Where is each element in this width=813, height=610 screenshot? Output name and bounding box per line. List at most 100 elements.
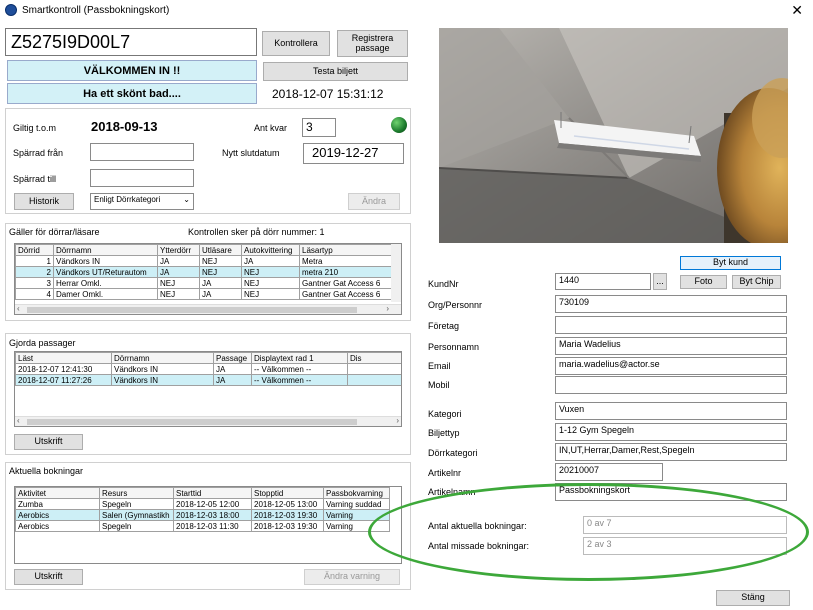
- table-cell: metra 210: [299, 266, 393, 278]
- kundnr-lookup-button[interactable]: ...: [653, 273, 667, 290]
- table-row[interactable]: 1 Vändkors IN JA NEJ JA Metra: [15, 255, 393, 267]
- stang-button[interactable]: Stäng: [716, 590, 790, 606]
- sparrad-fran-field[interactable]: [90, 143, 194, 161]
- scroll-left-icon[interactable]: ‹: [17, 416, 20, 425]
- title-bar: Smartkontroll (Passbokningskort) ✕: [0, 0, 813, 22]
- office-ceiling-photo: [439, 28, 788, 243]
- utskrift-passages-button[interactable]: Utskrift: [14, 434, 83, 450]
- historik-button[interactable]: Historik: [14, 193, 74, 210]
- personnamn-field[interactable]: Maria Wadelius: [555, 337, 787, 355]
- bookings-table: Aktivitet Resurs Starttid Stopptid Passbokva…: [15, 487, 390, 532]
- column-header[interactable]: Ytterdörr: [157, 244, 200, 256]
- passages-hscroll[interactable]: ‹ ›: [15, 416, 401, 426]
- table-cell: JA: [199, 277, 242, 289]
- table-row[interactable]: Aerobics Spegeln 2018-12-03 11:30 2018-12-0…: [15, 520, 390, 532]
- column-header[interactable]: Autokvittering: [241, 244, 300, 256]
- doors-table-box: Dörrid Dörrnamn Ytterdörr Utläsare Autokvitt…: [14, 243, 402, 315]
- card-number-field[interactable]: Z5275I9D00L7: [5, 28, 257, 56]
- andra-varning-button[interactable]: Ändra varning: [304, 569, 400, 585]
- table-cell: JA: [199, 288, 242, 300]
- column-header[interactable]: Stopptid: [251, 487, 324, 499]
- foto-button[interactable]: Foto: [680, 275, 727, 289]
- table-row[interactable]: Zumba Spegeln 2018-12-05 12:00 2018-12-05 1…: [15, 498, 390, 510]
- status-led-icon: [391, 117, 407, 133]
- column-header[interactable]: Dörrnamn: [53, 244, 158, 256]
- column-header[interactable]: Läsartyp: [299, 244, 393, 256]
- table-row[interactable]: 2 Vändkors UT/Returautom JA NEJ NEJ metra 210: [15, 266, 393, 278]
- kontrollera-button[interactable]: Kontrollera: [262, 31, 330, 56]
- app-icon: [5, 4, 17, 16]
- org-field[interactable]: 730109: [555, 295, 787, 313]
- column-header[interactable]: Passbokvarning: [323, 487, 390, 499]
- table-cell: Damer Omkl.: [53, 288, 158, 300]
- artikelnr-label: Artikelnr: [428, 468, 462, 478]
- dorrkategori-field[interactable]: IN,UT,Herrar,Damer,Rest,Spegeln: [555, 443, 787, 461]
- kategori-label: Kategori: [428, 409, 462, 419]
- doors-hscroll-thumb[interactable]: [27, 307, 357, 313]
- kundnr-field[interactable]: 1440: [555, 273, 651, 290]
- table-cell: Herrar Omkl.: [53, 277, 158, 289]
- doors-control-note: Kontrollen sker på dörr nummer: 1: [188, 227, 325, 237]
- table-cell: Varning suddad: [323, 498, 390, 510]
- byt-chip-button[interactable]: Byt Chip: [732, 275, 781, 289]
- ant-kvar-field[interactable]: 3: [302, 118, 336, 137]
- column-header[interactable]: Dis: [347, 352, 401, 364]
- table-cell: Gantner Gat Access 6: [299, 277, 393, 289]
- table-row[interactable]: 2018-12-07 11:27:26 Vändkors IN JA -- Välko…: [15, 374, 401, 386]
- annotation-ellipse: [368, 483, 809, 581]
- personnamn-label: Personnamn: [428, 342, 480, 352]
- table-cell: JA: [157, 255, 200, 267]
- column-header[interactable]: Dörrnamn: [111, 352, 214, 364]
- column-header[interactable]: Läst: [15, 352, 112, 364]
- table-cell: NEJ: [241, 277, 300, 289]
- table-cell: Vändkors IN: [53, 255, 158, 267]
- column-header[interactable]: Starttid: [173, 487, 252, 499]
- table-cell: 2018-12-03 19:30: [251, 520, 324, 532]
- byt-kund-button[interactable]: Byt kund: [680, 256, 781, 270]
- biljettyp-label: Biljettyp: [428, 428, 460, 438]
- passages-hscroll-thumb[interactable]: [27, 419, 357, 425]
- sparrad-till-field[interactable]: [90, 169, 194, 187]
- table-cell: Vändkors UT/Returautom: [53, 266, 158, 278]
- scroll-right-icon[interactable]: ›: [396, 416, 399, 425]
- kundnr-label: KundNr: [428, 279, 459, 289]
- nytt-slutdatum-field[interactable]: 2019-12-27: [303, 143, 404, 164]
- nytt-slutdatum-label: Nytt slutdatum: [222, 148, 280, 158]
- scroll-left-icon[interactable]: ‹: [17, 304, 20, 313]
- table-cell: -- Välkommen --: [251, 374, 348, 386]
- column-header[interactable]: Resurs: [99, 487, 174, 499]
- artikelnr-field[interactable]: 20210007: [555, 463, 663, 481]
- table-cell: NEJ: [199, 255, 242, 267]
- scroll-right-icon[interactable]: ›: [386, 304, 389, 313]
- kategori-field[interactable]: Vuxen: [555, 402, 787, 420]
- table-row[interactable]: Aerobics Salen (Gymnastikh 2018-12-03 18:0…: [15, 509, 390, 521]
- andra-button[interactable]: Ändra: [348, 193, 400, 210]
- table-row[interactable]: 3 Herrar Omkl. NEJ JA NEJ Gantner Gat Access …: [15, 277, 393, 289]
- email-field[interactable]: maria.wadelius@actor.se: [555, 357, 787, 375]
- giltig-value: 2018-09-13: [91, 119, 158, 134]
- column-header[interactable]: Passage: [213, 352, 252, 364]
- table-cell: -- Välkommen --: [251, 363, 348, 375]
- table-cell: Vändkors IN: [111, 374, 214, 386]
- column-header[interactable]: Utläsare: [199, 244, 242, 256]
- registrera-passage-button[interactable]: Registrera passage: [337, 30, 408, 57]
- passages-table: Läst Dörrnamn Passage Displaytext rad 1 Dis …: [15, 352, 401, 386]
- category-select[interactable]: Enligt Dörrkategori ⌄: [90, 193, 194, 210]
- doors-hscroll[interactable]: ‹ ›: [15, 304, 401, 314]
- foretag-field[interactable]: [555, 316, 787, 334]
- utskrift-bookings-button[interactable]: Utskrift: [14, 569, 83, 585]
- table-cell: NEJ: [157, 277, 200, 289]
- doors-vscroll[interactable]: [391, 244, 401, 302]
- column-header[interactable]: Displaytext rad 1: [251, 352, 348, 364]
- mobil-field[interactable]: [555, 376, 787, 394]
- table-row[interactable]: 2018-12-07 12:41:30 Vändkors IN JA -- Välko…: [15, 363, 401, 375]
- column-header[interactable]: Dörrid: [15, 244, 54, 256]
- table-cell: JA: [241, 255, 300, 267]
- biljettyp-field[interactable]: 1-12 Gym Spegeln: [555, 423, 787, 441]
- table-row[interactable]: 4 Damer Omkl. NEJ JA NEJ Gantner Gat Access 6: [15, 288, 393, 300]
- testa-biljett-button[interactable]: Testa biljett: [263, 62, 408, 81]
- table-cell: 2018-12-05 13:00: [251, 498, 324, 510]
- column-header[interactable]: Aktivitet: [15, 487, 100, 499]
- close-icon[interactable]: ✕: [791, 2, 803, 19]
- doors-table: Dörrid Dörrnamn Ytterdörr Utläsare Autokvitt…: [15, 244, 393, 300]
